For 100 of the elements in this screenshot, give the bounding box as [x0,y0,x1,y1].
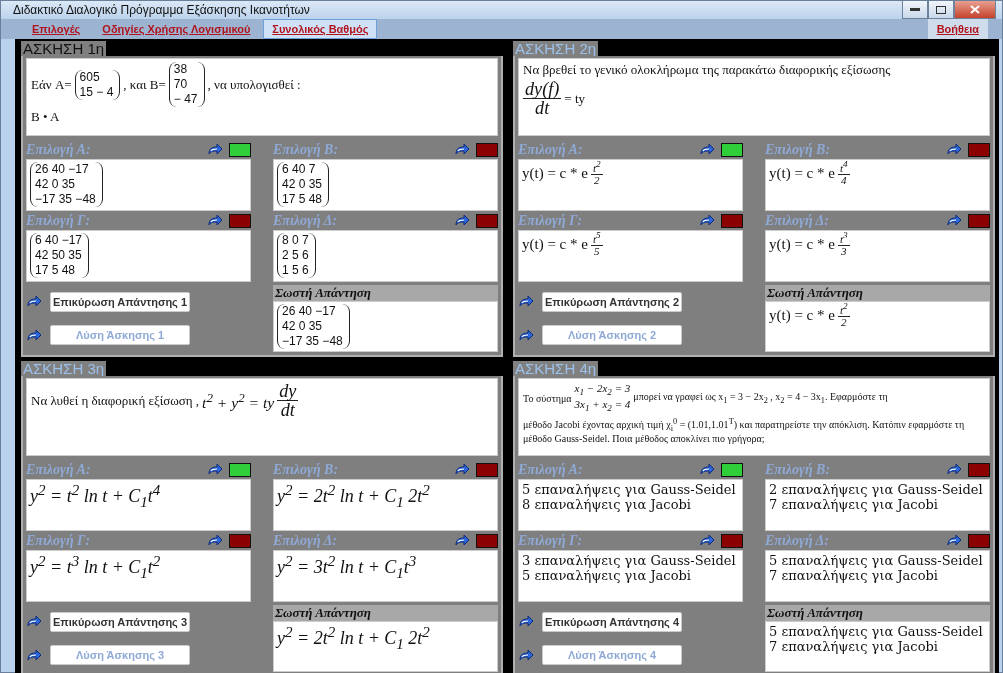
question-text: , να υπολογισθεί : [207,76,301,93]
option-label: Επιλογή Γ: [26,212,91,229]
question-text: Να βρεθεί το γενικό ολοκλήρωμα της παρακάτω διαφορικής εξίσωσης [523,62,891,78]
maximize-button[interactable] [928,1,954,19]
matrix: 38 70 − 47 [168,62,205,107]
question-text: y(t) = c * e [522,165,588,183]
minimize-icon [910,7,920,12]
arrow-icon [518,328,534,342]
answer-text: 5 επαναλήψεις για Gauss-Seidel [769,553,983,568]
menu-item[interactable]: Συνολικός Βαθμός [263,19,378,39]
option-box[interactable]: y$^{2}$ = t$^{3}$ ln t + C$_{1}$t$^{2}$ [26,550,251,602]
exponent-fraction: t$^{5}$ 5 [590,231,603,257]
option-label: Επιλογή Δ: [273,532,337,549]
arrow-icon [699,463,715,476]
option-label: Επιλογή Δ: [765,212,829,229]
option-box[interactable]: 26 40 −17 42 0 35 −17 35 −48 [26,159,251,211]
validate-button[interactable]: Επικύρωση Απάντησης 3 [50,611,190,632]
question-text: y(t) = c * e [769,165,835,183]
arrow-icon [699,214,715,227]
question-text: y(t) = c * e [769,236,835,254]
option-box[interactable]: y$^{2}$ = 3t$^{2}$ ln t + C$_{1}$t$^{3}$ [273,550,498,602]
option-box[interactable]: y$^{2}$ = 2t$^{2}$ ln t + C$_{1}$ 2t$^{2}$ [273,479,498,531]
formula: y$^{2}$ = 3t$^{2}$ ln t + C$_{1}$t$^{3}$ [277,553,417,582]
question-text: Να λυθεί η διαφορική εξίσωση , [31,392,200,409]
option-box[interactable]: 5 επαναλήψεις για Gauss-Seidel 7 επαναλήψεις για Jacobi [765,550,990,602]
window-title: Διδακτικό Διαλογικό Πρόγραμμα Εξάσκησης Ικανοτήτων [13,3,310,17]
arrow-icon [699,534,715,547]
answer-text: 8 επαναλήψεις για Jacobi [522,497,691,512]
equation-system: x$_{1}$ − 2x$_{2}$ = 3 3x$_{1}$ + x$_{2}$ = 4 [574,382,631,415]
question-text: μπορεί να γραφεί ως x$_{1}$ = 3 − 2x$_{2}$ , x$_{2}$ = 4 − 3x$_{1}$. Εφαρμόστε τη [633,391,888,406]
exercise-tab[interactable]: ΑΣΚΗΣΗ 1η [21,41,107,56]
maximize-icon [936,5,946,14]
matrix: 8 0 7 2 5 6 1 5 6 [277,233,316,278]
option-label: Επιλογή Β: [765,141,831,158]
question-text: = ty [564,90,586,107]
arrow-icon [26,615,42,629]
close-button[interactable] [954,1,996,19]
option-label: Επιλογή Γ: [518,532,583,549]
validate-button[interactable]: Επικύρωση Απάντησης 1 [50,291,190,312]
arrow-icon [946,463,962,476]
formula: y$^{2}$ = 2t$^{2}$ ln t + C$_{1}$ 2t$^{2}$ [277,482,430,511]
validate-button[interactable]: Επικύρωση Απάντησης 4 [542,611,682,632]
option-label: Επιλογή Δ: [273,212,337,229]
answer-heading: Σωστή Απάντηση [273,285,498,301]
fraction: dy(f) dt [523,80,562,118]
matrix: 26 40 −17 42 0 35 −17 35 −48 [30,162,103,207]
matrix: 6 40 7 42 0 35 17 5 48 [277,162,330,207]
arrow-icon [26,648,42,662]
option-label: Επιλογή Β: [765,461,831,478]
formula: t$^{2}$ + y$^{2}$ = ty [202,389,275,412]
arrow-icon [207,143,223,156]
exponent-fraction: t$^{4}$ 4 [837,160,850,186]
option-box[interactable]: y$^{2}$ = t$^{2}$ ln t + C$_{1}$t$^{4}$ [26,479,251,531]
arrow-icon [946,214,962,227]
option-label: Επιλογή Α: [518,461,583,478]
arrow-icon [207,534,223,547]
option-box[interactable]: 3 επαναλήψεις για Gauss-Seidel 5 επαναλήψεις για Jacobi [518,550,743,602]
answer-text: 5 επαναλήψεις για Gauss-Seidel [769,624,983,639]
matrix: 605 15 − 4 [74,69,121,100]
arrow-icon [207,214,223,227]
arrow-icon [518,648,534,662]
help-link[interactable]: Βοήθεια [927,19,988,39]
answer-heading: Σωστή Απάντηση [273,605,498,621]
minimize-button[interactable] [902,1,928,19]
arrow-icon [946,534,962,547]
option-label: Επιλογή Β: [273,461,339,478]
arrow-icon [454,463,470,476]
arrow-icon [518,295,534,309]
question-text: y(t) = c * e [522,236,588,254]
formula: y$^{2}$ = 2t$^{2}$ ln t + C$_{1}$ 2t$^{2}$ [277,624,430,653]
question-text: Το σύστημα [523,392,572,404]
option-label: Επιλογή Γ: [26,532,91,549]
option-label: Επιλογή Α: [518,141,583,158]
exponent-fraction: t$^{2}$ 2 [590,160,603,186]
arrow-icon [946,143,962,156]
question-text: μέθοδο Jacobi έχοντας αρχική τιμή χ$_{i}$$^{0}$ = (1.01,1.01$^{T}$) και παρατηρείστε την απόκλιση. Κατόπιν εφαρμόστε τη μέθοδο Gauss-Seidel. Ποια μέθοδος αποκλίνει πιο γρήγορα; [523,416,966,444]
answer-text: 2 επαναλήψεις για Gauss-Seidel [769,482,983,497]
arrow-icon [699,143,715,156]
answer-heading: Σωστή Απάντηση [765,605,990,621]
option-label: Επιλογή Β: [273,141,339,158]
option-box[interactable]: 5 επαναλήψεις για Gauss-Seidel 8 επαναλήψεις για Jacobi [518,479,743,531]
validate-button[interactable]: Επικύρωση Απάντησης 2 [542,291,682,312]
arrow-icon [26,328,42,342]
question-text: Εάν A= [31,76,72,93]
answer-text: 7 επαναλήψεις για Jacobi [769,639,938,654]
option-box[interactable]: 8 0 7 2 5 6 1 5 6 [273,230,498,282]
option-box[interactable]: 6 40 7 42 0 35 17 5 48 [273,159,498,211]
answer-text: 7 επαναλήψεις για Jacobi [769,497,938,512]
question-text: B • A [31,109,60,125]
arrow-icon [518,615,534,629]
option-box[interactable]: 2 επαναλήψεις για Gauss-Seidel 7 επαναλήψεις για Jacobi [765,479,990,531]
answer-heading: Σωστή Απάντηση [765,285,990,301]
answer-text: 5 επαναλήψεις για Jacobi [522,568,691,583]
formula: y$^{2}$ = t$^{3}$ ln t + C$_{1}$t$^{2}$ [30,553,161,582]
answer-text: 3 επαναλήψεις για Gauss-Seidel [522,553,736,568]
matrix: 26 40 −17 42 0 35 −17 35 −48 [277,304,350,349]
arrow-icon [207,463,223,476]
matrix: 6 40 −17 42 50 35 17 5 48 [30,233,90,278]
option-box[interactable]: 6 40 −17 42 50 35 17 5 48 [26,230,251,282]
exponent-fraction: t$^{2}$ 2 [837,302,850,328]
